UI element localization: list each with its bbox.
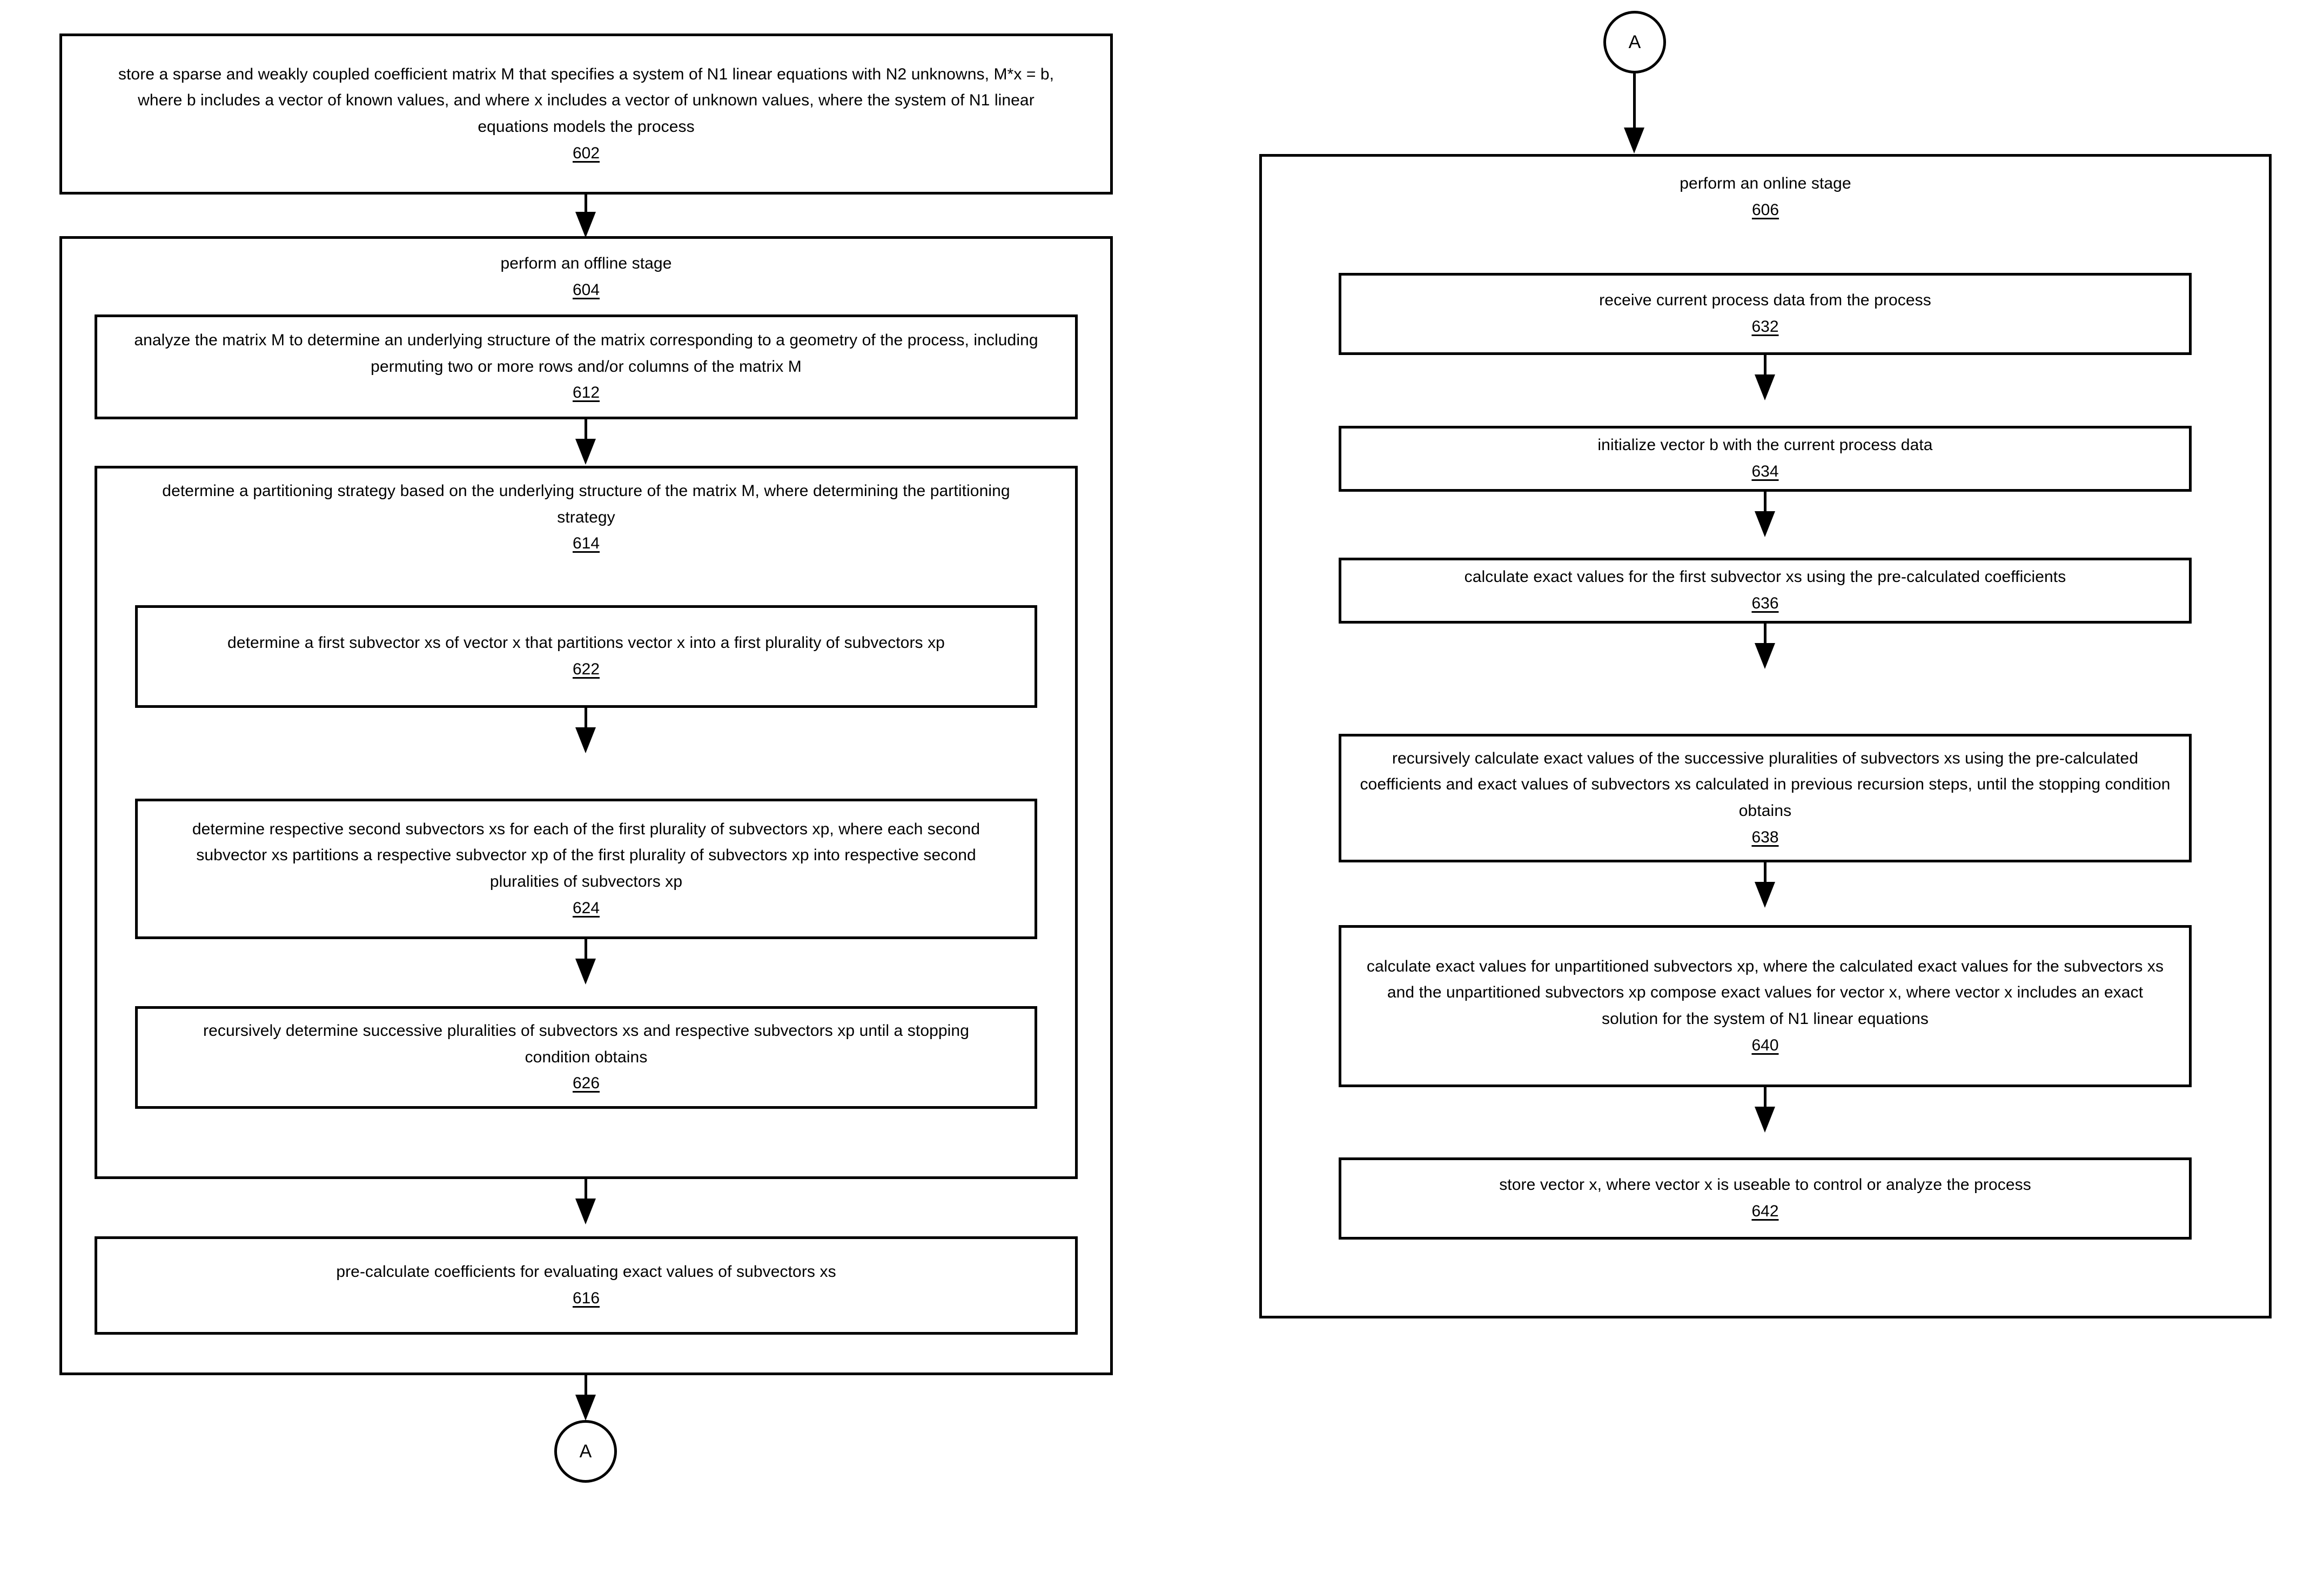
arrowhead-612-614 <box>575 439 596 465</box>
step-box-640: calculate exact values for unpartitioned… <box>1339 925 2192 1087</box>
step-640-text: calculate exact values for unpartitioned… <box>1366 957 2164 1028</box>
step-box-636: calculate exact values for the first sub… <box>1339 558 2192 624</box>
step-612-number: 612 <box>572 384 600 402</box>
step-602-text: store a sparse and weakly coupled coeffi… <box>118 65 1054 136</box>
step-638-text: recursively calculate exact values of th… <box>1360 749 2171 820</box>
step-634-text: initialize vector b with the current pro… <box>1597 436 1933 454</box>
connector-circle-a-in-label: A <box>1628 32 1641 52</box>
connector-circle-a-606 <box>1633 73 1636 128</box>
arrowhead-640-642 <box>1755 1107 1775 1133</box>
step-604-number: 604 <box>572 280 600 299</box>
connector-circle-a-in: A <box>1603 11 1666 73</box>
connector-circle-a-out: A <box>554 1420 617 1483</box>
step-604-label: perform an offline stage 604 <box>62 251 1110 303</box>
arrowhead-638-640 <box>1755 882 1775 908</box>
step-612-text: analyze the matrix M to determine an und… <box>134 331 1038 376</box>
step-box-616: pre-calculate coefficients for evaluatin… <box>95 1236 1078 1335</box>
step-642-text: store vector x, where vector x is useabl… <box>1499 1176 2031 1194</box>
step-box-626: recursively determine successive plurali… <box>135 1006 1037 1109</box>
step-636-number: 636 <box>1751 594 1779 612</box>
step-box-638: recursively calculate exact values of th… <box>1339 734 2192 862</box>
step-box-642: store vector x, where vector x is useabl… <box>1339 1157 2192 1240</box>
step-box-634: initialize vector b with the current pro… <box>1339 426 2192 492</box>
arrowhead-636-638 <box>1755 643 1775 669</box>
step-606-number: 606 <box>1751 200 1779 219</box>
step-632-number: 632 <box>1751 318 1779 336</box>
step-640-number: 640 <box>1751 1036 1779 1054</box>
arrowhead-632-634 <box>1755 374 1775 400</box>
step-602-number: 602 <box>572 144 600 162</box>
step-636-text: calculate exact values for the first sub… <box>1464 568 2066 586</box>
step-604-text: perform an offline stage <box>500 255 672 272</box>
step-626-number: 626 <box>572 1074 600 1093</box>
arrowhead-circle-a-606 <box>1624 128 1644 153</box>
step-box-622: determine a first subvector xs of vector… <box>135 605 1037 708</box>
step-632-text: receive current process data from the pr… <box>1599 291 1931 310</box>
arrowhead-634-636 <box>1755 511 1775 537</box>
step-614-number: 614 <box>572 534 600 553</box>
step-622-number: 622 <box>572 660 600 678</box>
step-638-number: 638 <box>1751 828 1779 846</box>
step-624-text: determine respective second subvectors x… <box>192 820 980 891</box>
step-box-632: receive current process data from the pr… <box>1339 273 2192 355</box>
arrowhead-602-604 <box>575 212 596 238</box>
step-616-text: pre-calculate coefficients for evaluatin… <box>336 1263 836 1281</box>
arrowhead-622-624 <box>575 727 596 753</box>
step-box-624: determine respective second subvectors x… <box>135 799 1037 939</box>
connector-circle-a-out-label: A <box>579 1441 592 1462</box>
step-616-number: 616 <box>572 1289 600 1307</box>
step-634-number: 634 <box>1751 463 1779 480</box>
step-622-text: determine a first subvector xs of vector… <box>227 634 945 652</box>
step-box-602: store a sparse and weakly coupled coeffi… <box>59 34 1113 195</box>
step-614-label: determine a partitioning strategy based … <box>97 478 1075 557</box>
step-626-text: recursively determine successive plurali… <box>203 1022 970 1066</box>
step-614-text: determine a partitioning strategy based … <box>162 482 1010 526</box>
arrowhead-624-626 <box>575 959 596 985</box>
step-box-612: analyze the matrix M to determine an und… <box>95 314 1078 419</box>
step-624-number: 624 <box>572 899 600 917</box>
arrowhead-614-616 <box>575 1199 596 1224</box>
step-606-label: perform an online stage 606 <box>1262 171 2269 223</box>
arrowhead-604-circle-a <box>575 1395 596 1421</box>
step-642-number: 642 <box>1751 1202 1779 1220</box>
step-606-text: perform an online stage <box>1680 175 1851 192</box>
